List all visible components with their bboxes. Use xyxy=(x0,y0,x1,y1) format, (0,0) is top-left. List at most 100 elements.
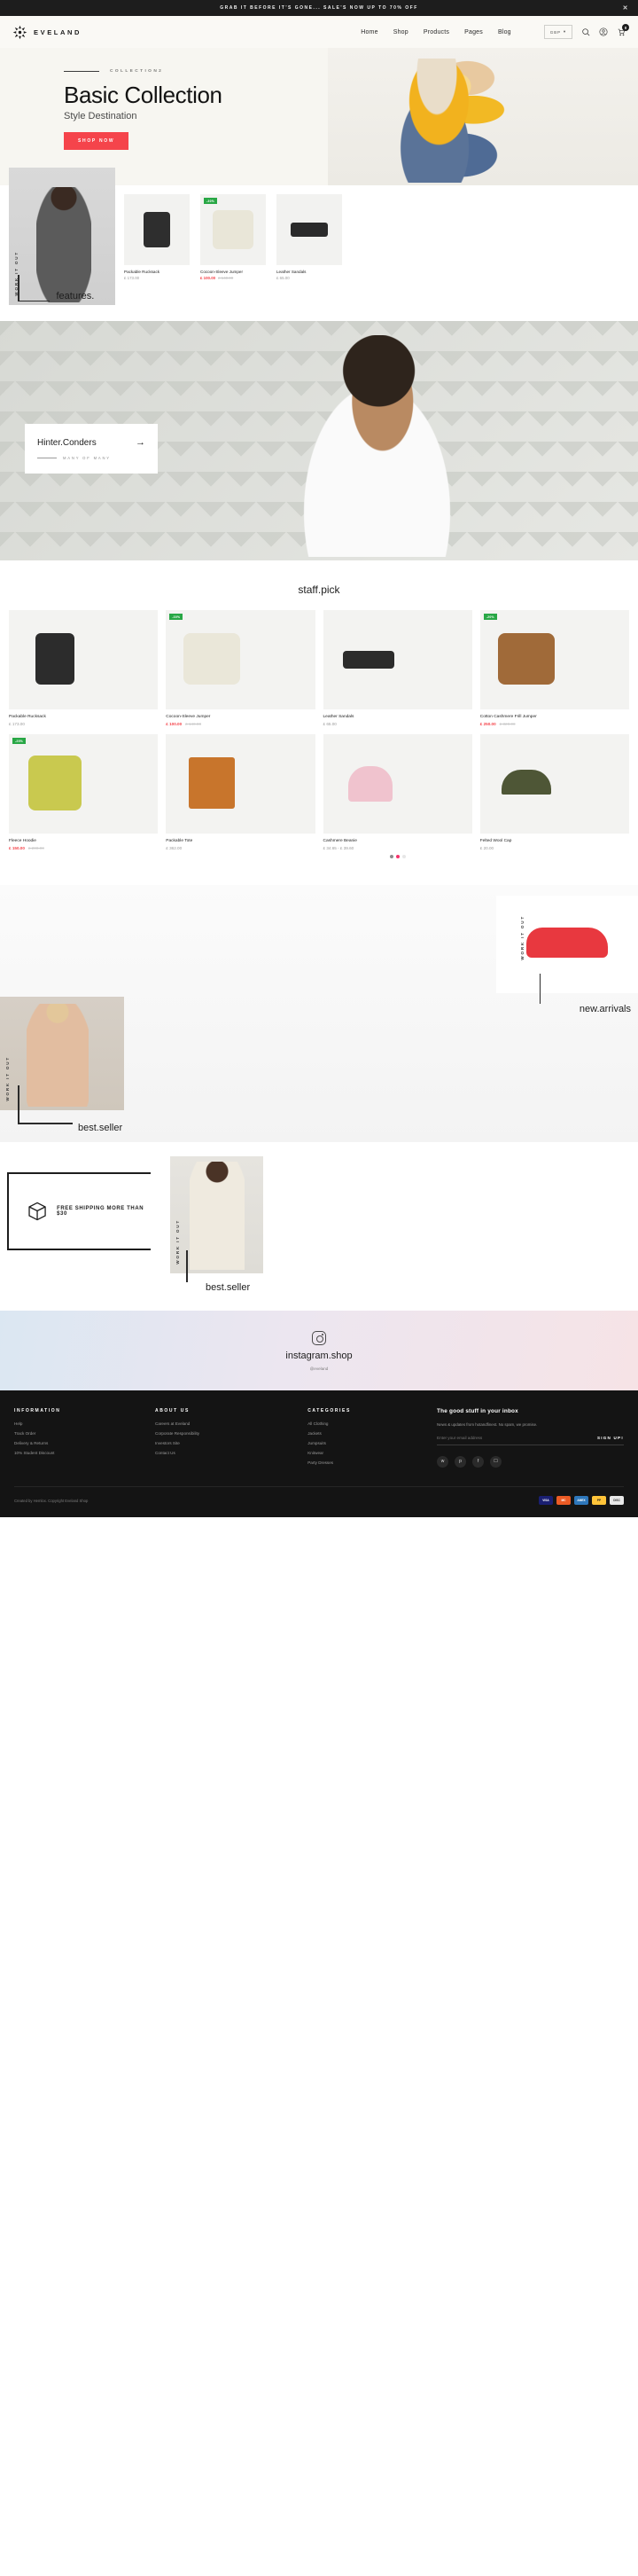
footer-link[interactable]: Corporate Responsibility xyxy=(155,1431,295,1436)
label-connector xyxy=(18,1085,19,1123)
footer-link[interactable]: Jumpsuits xyxy=(307,1441,424,1445)
sale-badge: -20% xyxy=(483,614,497,620)
shop-now-button[interactable]: SHOP NOW xyxy=(64,132,129,151)
product-card[interactable]: Cashmere Beanie £ 34.65 - £ 39.60 xyxy=(323,734,472,858)
product-card[interactable]: Packable Rucksack £ 173.00 xyxy=(9,610,159,726)
features-label: features. xyxy=(56,291,95,301)
nav-item-blog[interactable]: Blog xyxy=(498,29,511,35)
brand-logo[interactable]: EVELAND xyxy=(12,25,82,40)
footer-bottom: Created by Hemlox. Copyright Eveland Sho… xyxy=(14,1486,624,1517)
banner-title: Hinter.Conders xyxy=(37,437,97,448)
new-arrivals-vertical-tag: WORK IT OUT xyxy=(520,915,525,960)
product-card[interactable]: -20% Cotton Cashmere Frill Jumper £ 250.… xyxy=(479,610,629,726)
facebook-icon[interactable]: f xyxy=(472,1455,485,1468)
staff-pick-title: staff.pick xyxy=(298,583,340,596)
nav-item-home[interactable]: Home xyxy=(361,29,377,35)
product-image xyxy=(323,734,472,834)
footer-column-information: INFORMATION Help Track Order Delivery & … xyxy=(14,1408,143,1470)
footer-link[interactable]: Jackets xyxy=(307,1431,424,1436)
hero-section: COLLECTION2 Basic Collection Style Desti… xyxy=(0,48,638,185)
footer-link[interactable]: Contact Us xyxy=(155,1451,295,1455)
footer-link[interactable]: 10% Student Discount xyxy=(14,1451,143,1455)
currency-value: GBP xyxy=(549,29,561,35)
product-name: Cashmere Beanie xyxy=(323,839,357,843)
features-section: WORK IT OUT Packable Rucksack £ 173.00 -… xyxy=(0,168,638,305)
product-price: £ 173.00 xyxy=(9,722,25,726)
product-image xyxy=(124,194,190,265)
cart-button[interactable]: 0 xyxy=(617,24,629,36)
sale-badge: -30% xyxy=(169,614,183,620)
footer-link[interactable]: Knitwear xyxy=(307,1451,424,1455)
swatch-pink[interactable] xyxy=(395,855,400,858)
footer-link[interactable]: All Clothing xyxy=(307,1421,424,1426)
footer-link[interactable]: Careers at Eveland xyxy=(155,1421,295,1426)
product-card[interactable]: -30% Cocoon-Sleeve Jumper £ 100.00 £ 140.… xyxy=(166,610,315,726)
arrow-right-icon[interactable]: → xyxy=(136,437,145,448)
swatch-grey[interactable] xyxy=(389,855,393,858)
product-price: £ 362.00 xyxy=(166,846,183,850)
payment-mastercard: MC xyxy=(556,1496,571,1505)
promo-banner: Hinter.Conders → MANY OF MANY xyxy=(0,321,638,560)
nav-item-shop[interactable]: Shop xyxy=(393,29,408,35)
close-icon[interactable]: ✕ xyxy=(623,4,629,12)
newsletter-email-input[interactable] xyxy=(437,1435,597,1440)
list-item[interactable]: Packable Rucksack £ 173.00 xyxy=(124,194,190,280)
currency-selector[interactable]: GBP ▾ xyxy=(543,25,572,39)
banner-subtitle-group: MANY OF MANY xyxy=(37,456,145,460)
page-root: GRAB IT BEFORE IT'S GONE... SALE'S NOW U… xyxy=(0,0,638,1517)
pinterest-icon[interactable]: p xyxy=(455,1455,467,1468)
newsletter-signup-button[interactable]: SIGN UP! xyxy=(597,1436,624,1440)
product-card[interactable]: Leather Sandals £ 65.00 xyxy=(323,610,472,726)
footer-link[interactable]: Investors Site xyxy=(155,1441,295,1445)
new-arrivals-text: new.arrivals xyxy=(579,1004,631,1014)
footer-link[interactable]: Help xyxy=(14,1421,143,1426)
instagram-section[interactable]: instagram.shop @eveland xyxy=(0,1311,638,1390)
staff-pick-grid: Packable Rucksack £ 173.00 -30% Cocoon-S… xyxy=(0,610,638,858)
footer-newsletter: The good stuff in your inbox News & upda… xyxy=(437,1408,624,1470)
copyright-text: Created by Hemlox. Copyright Eveland Sho… xyxy=(14,1498,89,1503)
label-connector xyxy=(18,275,19,301)
product-name: Packable Rucksack xyxy=(124,270,160,274)
account-icon[interactable] xyxy=(599,27,608,36)
twitter-icon[interactable]: w xyxy=(437,1455,449,1468)
product-price: £ 65.00 xyxy=(323,722,337,726)
product-price: £ 150.00 £ 200.00 xyxy=(9,846,158,850)
product-name: Cotton Cashmere Frill Jumper xyxy=(479,715,537,719)
logo-icon xyxy=(12,25,27,39)
footer-link[interactable]: Track Order xyxy=(14,1431,143,1436)
footer-heading: INFORMATION xyxy=(14,1408,61,1413)
product-card[interactable]: Packable Tote £ 362.00 xyxy=(166,734,315,858)
footer-link[interactable]: Party Dresses xyxy=(307,1460,424,1465)
price-current: £ 100.00 xyxy=(166,722,183,726)
free-shipping-banner: FREE SHIPPING MORE THAN $30 xyxy=(7,1172,151,1250)
list-item[interactable]: Leather Sandals £ 65.00 xyxy=(276,194,342,280)
label-connector xyxy=(539,974,541,1004)
banner-card[interactable]: Hinter.Conders → MANY OF MANY xyxy=(25,424,158,474)
color-swatches xyxy=(323,855,472,858)
best-seller-text: best.seller xyxy=(78,1123,123,1133)
nav-item-products[interactable]: Products xyxy=(424,29,449,35)
payment-methods: VISA MC AMEX PP DISC xyxy=(539,1496,624,1505)
payment-paypal: PP xyxy=(592,1496,606,1505)
payment-discover: DISC xyxy=(610,1496,624,1505)
sale-badge: -25% xyxy=(12,738,27,744)
footer-link[interactable]: Delivery & Returns xyxy=(14,1441,143,1445)
label-connector-line xyxy=(19,300,50,301)
product-card[interactable]: Felted Wool Cap £ 20.00 xyxy=(479,734,629,858)
instagram-icon[interactable]: ☐ xyxy=(490,1455,502,1468)
search-icon[interactable] xyxy=(581,27,590,36)
product-image xyxy=(166,734,315,834)
product-name: Felted Wool Cap xyxy=(479,839,512,843)
product-price: £ 173.00 xyxy=(124,276,140,280)
list-item[interactable]: -30% Cocoon-Sleeve Jumper £ 100.00 £ 140.… xyxy=(200,194,266,280)
product-card[interactable]: -25% Fleece Hoodie £ 150.00 £ 200.00 xyxy=(9,734,159,858)
product-name: Leather Sandals xyxy=(276,270,307,274)
hero-eyebrow-text: COLLECTION2 xyxy=(110,69,164,74)
sale-badge: -30% xyxy=(204,198,218,204)
product-price: £ 250.00 £ 320.00 xyxy=(480,722,629,726)
header-tools: GBP ▾ 0 xyxy=(543,24,629,39)
swatch-white[interactable] xyxy=(401,855,406,858)
hero-title: Basic Collection xyxy=(64,82,222,108)
product-image: -20% xyxy=(479,610,629,709)
nav-item-pages[interactable]: Pages xyxy=(464,29,483,35)
